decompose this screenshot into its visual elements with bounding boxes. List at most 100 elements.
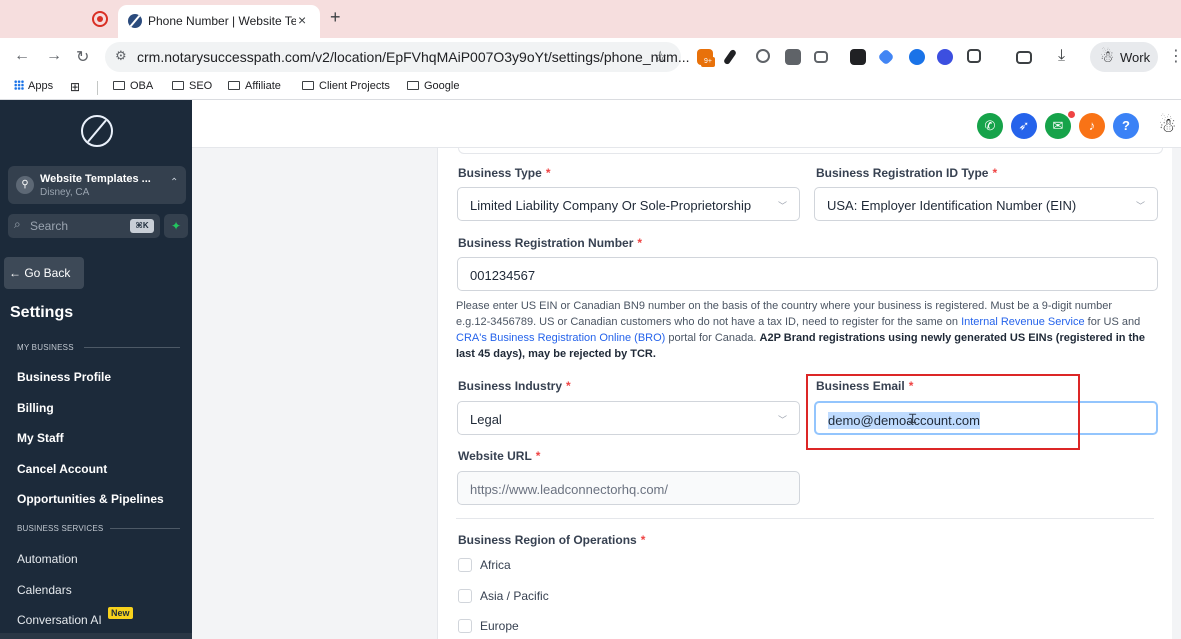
bookmark-client-projects[interactable]: Client Projects: [302, 80, 390, 92]
card-top-edge: [458, 148, 1163, 154]
business-type-select[interactable]: Limited Liability Company Or Sole-Propri…: [457, 187, 800, 221]
irs-link[interactable]: Internal Revenue Service: [961, 316, 1085, 328]
text-cursor-icon: Ɪ: [909, 411, 917, 426]
region-label: Africa: [480, 558, 511, 572]
website-url-value: https://www.leadconnectorhq.com/: [470, 482, 668, 497]
checkbox[interactable]: [458, 589, 472, 603]
app-logo-icon[interactable]: [81, 115, 113, 147]
eyedropper-icon[interactable]: [722, 48, 738, 66]
cra-bro-link[interactable]: CRA's Business Registration Online (BRO): [456, 332, 665, 344]
website-url-input[interactable]: https://www.leadconnectorhq.com/: [457, 471, 800, 505]
browser-tab-active[interactable]: Phone Number | Website Tem ×: [118, 5, 320, 38]
sidebar-item-calendars[interactable]: Calendars: [17, 583, 72, 597]
new-tab-button[interactable]: +: [330, 7, 341, 28]
site-favicon-icon: [128, 14, 142, 28]
help-icon[interactable]: ?: [1113, 113, 1139, 139]
sidebar-item-automation[interactable]: Automation: [17, 552, 78, 566]
extension-badge: 9+: [701, 57, 715, 67]
extension-icon-6[interactable]: [909, 49, 925, 65]
business-type-value: Limited Liability Company Or Sole-Propri…: [470, 198, 752, 213]
search-placeholder: Search: [30, 219, 69, 233]
phone-icon[interactable]: ✆: [977, 113, 1003, 139]
registration-help-text: Please enter US EIN or Canadian BN9 numb…: [456, 300, 1146, 360]
section-my-business: MY BUSINESS: [17, 343, 74, 352]
forward-arrow-icon[interactable]: →: [46, 47, 62, 65]
back-arrow-icon[interactable]: ←: [14, 47, 30, 65]
sidebar-item-my-staff[interactable]: My Staff: [17, 431, 64, 445]
extension-icon-4[interactable]: [850, 49, 866, 65]
bookmark-google[interactable]: Google: [407, 80, 459, 92]
browser-tab-bar: Phone Number | Website Tem × +: [0, 0, 1181, 38]
extensions-puzzle-icon[interactable]: [967, 49, 981, 63]
profile-label: Work: [1120, 50, 1151, 65]
checkbox[interactable]: [458, 619, 472, 633]
quick-action-bolt-icon[interactable]: ✦: [164, 214, 188, 238]
sidebar-item-opportunities[interactable]: Opportunities & Pipelines: [17, 492, 164, 506]
bell-icon[interactable]: ♪: [1079, 113, 1105, 139]
section-business-services: BUSINESS SERVICES: [17, 524, 104, 533]
folder-icon: [228, 81, 240, 90]
bookmark-affiliate[interactable]: Affiliate: [228, 80, 281, 92]
megaphone-icon[interactable]: ✉: [1045, 113, 1071, 139]
camera-icon[interactable]: [814, 51, 828, 63]
tab-search-icon[interactable]: [1016, 51, 1032, 64]
notification-dot: [1068, 111, 1075, 118]
extension-icon-5[interactable]: [877, 48, 895, 66]
sidebar-search[interactable]: ⌕ Search ⌘K: [8, 214, 160, 238]
site-info-icon[interactable]: ⚙: [115, 48, 127, 64]
app-header: ✆ ➶ ✉ ♪ ? ☃: [192, 100, 1181, 148]
registration-id-type-select[interactable]: USA: Employer Identification Number (EIN…: [814, 187, 1158, 221]
registration-number-label: Business Registration Number *: [458, 236, 643, 250]
address-bar[interactable]: ⚙ crm.notarysuccesspath.com/v2/location/…: [105, 42, 690, 72]
registration-number-input[interactable]: 001234567: [457, 257, 1158, 291]
profile-avatar-icon: ☃: [1100, 49, 1115, 66]
rocket-icon[interactable]: ➶: [1011, 113, 1037, 139]
location-name: Website Templates ...: [40, 173, 151, 185]
bookmark-star-icon[interactable]: ☆: [653, 47, 667, 67]
folder-icon: [302, 81, 314, 90]
tab-close-icon[interactable]: ×: [298, 12, 306, 28]
folder-icon: [172, 81, 184, 90]
section-divider: [456, 518, 1154, 519]
industry-label: Business Industry *: [458, 379, 571, 393]
tab-groups-icon[interactable]: ⊞: [70, 80, 80, 94]
bookmark-oba[interactable]: OBA: [113, 80, 153, 92]
tab-title: Phone Number | Website Tem: [148, 14, 296, 28]
url-text[interactable]: crm.notarysuccesspath.com/v2/location/Ep…: [137, 49, 690, 65]
location-subtitle: Disney, CA: [40, 187, 90, 198]
browser-toolbar: ← → ↻ ⚙ crm.notarysuccesspath.com/v2/loc…: [0, 38, 1181, 76]
user-avatar-icon[interactable]: ☃: [1154, 112, 1181, 140]
industry-select[interactable]: Legal ﹀: [457, 401, 800, 435]
chevron-down-icon: ﹀: [1135, 201, 1145, 211]
sidebar-item-billing[interactable]: Billing: [17, 401, 54, 415]
highlight-annotation-box: [806, 374, 1080, 450]
apps-grid-icon: [14, 80, 24, 90]
section-divider: [84, 347, 180, 348]
bookmark-apps[interactable]: Apps: [14, 80, 53, 92]
checkbox[interactable]: [458, 558, 472, 572]
website-url-label: Website URL *: [458, 449, 541, 463]
reload-icon[interactable]: ↻: [76, 47, 89, 67]
folder-icon: [113, 81, 125, 90]
search-icon: ⌕: [14, 217, 21, 231]
industry-value: Legal: [470, 412, 502, 427]
sidebar-item-conversation-ai[interactable]: Conversation AI: [17, 613, 102, 627]
go-back-button[interactable]: ← Go Back: [4, 257, 84, 289]
browser-menu-icon[interactable]: ⋮: [1168, 46, 1181, 66]
sidebar-item-business-profile[interactable]: Business Profile: [17, 370, 111, 384]
sidebar-item-cancel-account[interactable]: Cancel Account: [17, 462, 107, 476]
sidebar-footer: [0, 633, 192, 639]
chevron-updown-icon: ⌃: [170, 177, 179, 188]
bookmark-separator: [97, 81, 98, 95]
download-icon[interactable]: ⤓: [1058, 47, 1065, 65]
record-icon[interactable]: [92, 11, 108, 27]
region-label: Europe: [480, 619, 519, 633]
extension-icon-3[interactable]: [785, 49, 801, 65]
extension-icon-7[interactable]: [937, 49, 953, 65]
search-shortcut: ⌘K: [130, 219, 154, 233]
profile-button[interactable]: ☃ Work: [1090, 42, 1158, 72]
bookmark-seo[interactable]: SEO: [172, 80, 212, 92]
business-type-label: Business Type *: [458, 166, 551, 180]
location-switcher[interactable]: ⚲ Website Templates ... Disney, CA ⌃: [8, 166, 186, 204]
extension-icon-2[interactable]: [756, 49, 770, 63]
